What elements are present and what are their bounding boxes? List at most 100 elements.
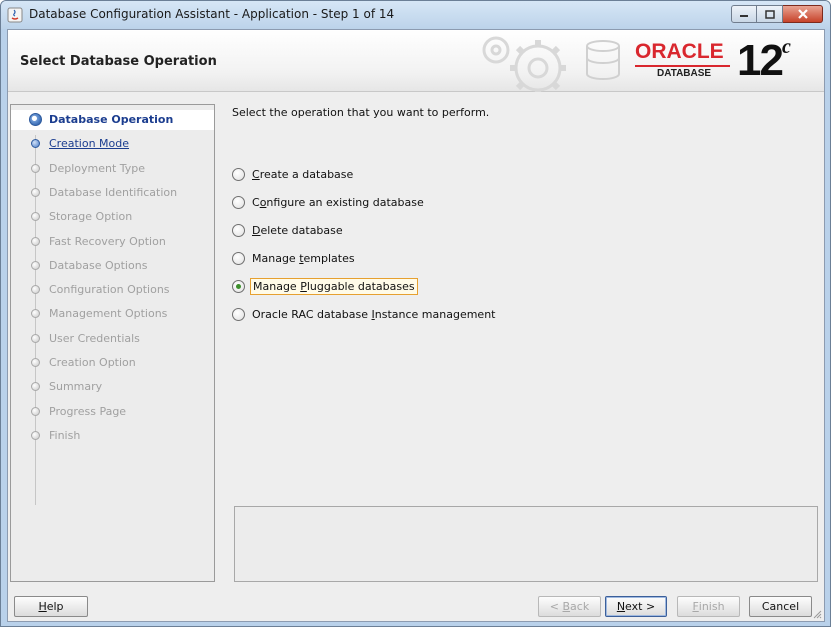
oracle-database-label: DATABASE	[657, 68, 712, 79]
option-label: Create a database	[250, 167, 355, 182]
back-label: ack	[570, 600, 590, 613]
operation-option[interactable]: Create a database	[232, 165, 355, 183]
option-label: Oracle RAC database Instance management	[250, 307, 497, 322]
option-label-text: emplates	[303, 251, 355, 265]
next-mnemonic: N	[616, 600, 626, 613]
radio-button[interactable]	[232, 223, 245, 237]
operation-option[interactable]: Configure an existing database	[232, 193, 426, 211]
message-area	[234, 506, 818, 582]
step-item: Deployment Type	[11, 159, 214, 179]
step-bullet-icon	[31, 382, 40, 392]
step-label: Database Operation	[49, 113, 174, 126]
step-label: Finish	[49, 428, 81, 442]
option-label-text: Manage	[253, 279, 301, 293]
option-label-text: Manage	[252, 251, 300, 265]
step-label: Database Options	[49, 258, 148, 272]
operation-option[interactable]: Delete database	[232, 221, 345, 239]
step-bullet-icon	[31, 309, 40, 319]
option-label-text: luggable databases	[306, 279, 415, 293]
step-bullet-icon	[31, 139, 40, 149]
finish-label: inish	[698, 600, 725, 613]
step-bullet-icon	[31, 358, 40, 367]
option-label-text: C	[252, 195, 260, 209]
title-bar[interactable]: Database Configuration Assistant - Appli…	[1, 1, 830, 29]
close-button[interactable]	[783, 5, 823, 23]
resize-grip-icon[interactable]	[812, 609, 822, 619]
page-title: Select Database Operation	[20, 54, 217, 69]
header-banner: Select Database Operation ORACLE DATABAS…	[8, 30, 824, 92]
step-label: User Credentials	[49, 331, 140, 345]
step-item: Finish	[11, 426, 214, 446]
operation-option[interactable]: Oracle RAC database Instance management	[232, 305, 497, 323]
instruction-text: Select the operation that you want to pe…	[232, 106, 490, 119]
step-item: Database Options	[11, 256, 214, 276]
operation-option[interactable]: Manage templates	[232, 249, 357, 267]
step-label: Creation Mode	[49, 137, 130, 151]
option-label-text: nstance management	[374, 307, 496, 321]
java-app-icon	[7, 7, 23, 23]
step-label: Configuration Options	[49, 283, 170, 297]
step-bullet-icon	[31, 187, 40, 197]
window-controls	[731, 5, 823, 23]
step-label: Creation Option	[49, 356, 136, 369]
radio-button[interactable]	[232, 167, 245, 181]
gears-graphic-icon	[482, 36, 620, 92]
window-title: Database Configuration Assistant - Appli…	[29, 7, 395, 21]
close-icon	[797, 9, 808, 19]
radio-button[interactable]	[232, 251, 245, 265]
radio-button[interactable]	[232, 279, 245, 293]
step-label: Deployment Type	[49, 161, 146, 175]
step-item: Progress Page	[11, 402, 214, 422]
option-label: Delete database	[250, 223, 345, 238]
maximize-icon	[764, 9, 775, 19]
option-label-text: Oracle RAC database	[252, 307, 372, 321]
radio-button[interactable]	[232, 307, 245, 321]
step-label: Management Options	[49, 307, 168, 321]
step-item: Fast Recovery Option	[11, 232, 214, 252]
oracle-wordmark: ORACLE	[635, 40, 724, 63]
step-label: Fast Recovery Option	[49, 234, 166, 248]
step-label: Storage Option	[49, 210, 133, 224]
step-bullet-icon	[31, 333, 40, 343]
next-label: ext >	[625, 600, 656, 613]
dbca-window: Database Configuration Assistant - Appli…	[0, 0, 831, 627]
step-item: User Credentials	[11, 329, 214, 349]
logo-underline	[635, 65, 730, 67]
option-label-text: nfigure an existing database	[266, 195, 424, 209]
step-label: Progress Page	[49, 404, 127, 418]
step-item: Creation Option	[11, 353, 214, 373]
back-mnemonic: B	[562, 600, 571, 613]
dialog-body: Select Database Operation ORACLE DATABAS…	[7, 29, 825, 622]
minimize-button[interactable]	[731, 5, 757, 23]
step-bullet-icon	[31, 285, 40, 295]
operation-option[interactable]: Manage Pluggable databases	[232, 277, 418, 295]
step-item: Storage Option	[11, 207, 214, 227]
step-bullet-icon	[31, 260, 40, 270]
step-item[interactable]: Database Operation	[11, 110, 214, 130]
option-mnemonic: C	[252, 167, 260, 181]
maximize-button[interactable]	[757, 5, 783, 23]
minimize-icon	[740, 15, 748, 17]
help-label: elp	[46, 600, 64, 613]
step-bullet-icon	[31, 430, 40, 440]
step-item[interactable]: Creation Mode	[11, 134, 214, 154]
help-button[interactable]: Help	[14, 596, 88, 617]
next-button[interactable]: Next >	[605, 596, 667, 617]
finish-button[interactable]: Finish	[677, 596, 740, 617]
version-major: 12	[737, 36, 784, 85]
option-label: Manage Pluggable databases	[250, 277, 418, 295]
option-label: Manage templates	[250, 251, 357, 266]
option-label-text: elete database	[260, 223, 343, 237]
step-bullet-icon	[31, 406, 40, 416]
step-item: Configuration Options	[11, 280, 214, 300]
help-mnemonic: H	[38, 600, 47, 613]
current-step-icon	[29, 113, 42, 126]
option-label-text: reate a database	[259, 167, 354, 181]
back-button[interactable]: < Back	[538, 596, 601, 617]
step-item: Database Identification	[11, 183, 214, 203]
cancel-button[interactable]: Cancel	[749, 596, 812, 617]
option-mnemonic: P	[300, 279, 307, 293]
radio-button[interactable]	[232, 195, 245, 209]
step-bullet-icon	[31, 163, 40, 173]
step-bullet-icon	[31, 212, 40, 222]
